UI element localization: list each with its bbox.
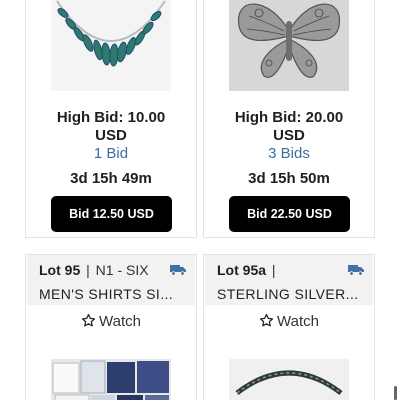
star-icon xyxy=(81,313,96,327)
lot-header[interactable]: Lot 95 | N1 - SIX MEN'S SHIRTS SI... xyxy=(27,255,195,305)
truck-icon xyxy=(348,265,364,276)
lot-image[interactable] xyxy=(229,0,349,91)
lot-card[interactable]: Lot 95a | STERLING SILVER... Watch xyxy=(203,254,375,400)
high-bid-currency: USD xyxy=(95,127,127,144)
watch-label: Watch xyxy=(277,313,319,330)
lot-image[interactable] xyxy=(51,359,171,400)
lot-title[interactable]: STERLING SILVER... xyxy=(217,286,359,302)
time-left: 3d 15h 49m xyxy=(70,170,152,187)
time-left: 3d 15h 50m xyxy=(248,170,330,187)
lot-image[interactable] xyxy=(51,0,171,91)
headband-image xyxy=(229,359,349,400)
high-bid-label: High Bid: 20.00 xyxy=(234,109,344,126)
lot-card[interactable]: High Bid: 10.00 USD 1 Bid 3d 15h 49m Bid… xyxy=(25,0,197,238)
watch-button[interactable]: Watch xyxy=(204,313,374,330)
lot-title[interactable]: MEN'S SHIRTS SI... xyxy=(39,286,173,302)
high-bid-label: High Bid: 10.00 xyxy=(56,109,166,126)
lot-header[interactable]: Lot 95a | STERLING SILVER... xyxy=(205,255,373,305)
lot-card[interactable]: Lot 95 | N1 - SIX MEN'S SHIRTS SI... Wat… xyxy=(25,254,197,400)
lot-info-row: Lot 95a | xyxy=(217,262,278,278)
lot-separator: | xyxy=(271,262,276,278)
bid-button[interactable]: Bid 12.50 USD xyxy=(51,196,172,232)
lot-image[interactable] xyxy=(229,359,349,400)
scrollbar[interactable] xyxy=(394,386,397,400)
lot-card[interactable]: High Bid: 20.00 USD 3 Bids 3d 15h 50m Bi… xyxy=(203,0,375,238)
truck-icon xyxy=(170,265,186,276)
lot-info-row: Lot 95 | N1 - SIX xyxy=(39,262,149,278)
star-icon xyxy=(259,313,274,327)
lot-number: Lot 95 xyxy=(39,262,81,278)
watch-label: Watch xyxy=(99,313,141,330)
lot-seller: N1 - SIX xyxy=(95,262,149,278)
lot-separator: | xyxy=(86,262,90,278)
bid-count-link[interactable]: 3 Bids xyxy=(204,145,374,163)
high-bid-currency: USD xyxy=(273,127,305,144)
lot-number: Lot 95a xyxy=(217,262,267,278)
watch-button[interactable]: Watch xyxy=(26,313,196,330)
shirts-image xyxy=(51,359,171,400)
butterfly-brooch-image xyxy=(229,0,349,91)
necklace-image xyxy=(51,0,171,91)
bid-button[interactable]: Bid 22.50 USD xyxy=(229,196,350,232)
bid-count-link[interactable]: 1 Bid xyxy=(26,145,196,163)
